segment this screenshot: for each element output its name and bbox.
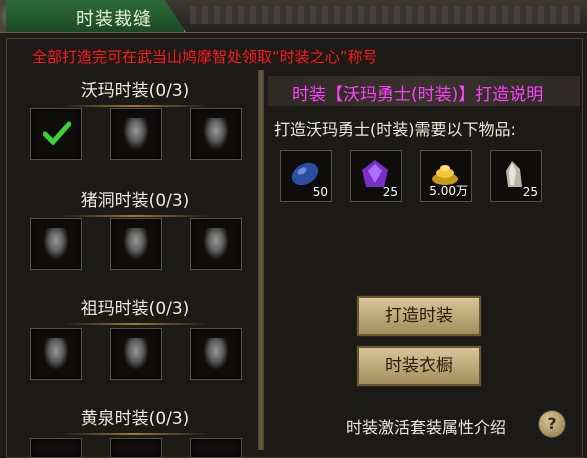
material-count: 5.00万 <box>429 184 468 198</box>
fashion-slot[interactable] <box>110 218 162 270</box>
fashion-slot[interactable] <box>110 328 162 380</box>
character-icon <box>123 228 149 260</box>
fashion-slot[interactable] <box>110 438 162 458</box>
requirement-text: 打造沃玛勇士(时装)需要以下物品: <box>274 120 516 139</box>
character-icon <box>203 338 229 370</box>
detail-title-bar: 时装【沃玛勇士(时装)】打造说明 <box>268 76 580 106</box>
set-attribute-intro-label: 时装激活套装属性介绍 <box>346 418 507 437</box>
fashion-slot[interactable] <box>30 438 82 458</box>
fashion-slot[interactable] <box>110 108 162 160</box>
fashion-slot[interactable] <box>190 328 242 380</box>
notice-text: 全部打造完可在武当山鸠摩智处领取“时装之心”称号 <box>32 48 378 66</box>
fashion-slot[interactable] <box>30 108 82 160</box>
wardrobe-button-label: 时装衣橱 <box>385 356 453 376</box>
craft-fashion-button[interactable]: 打造时装 <box>357 296 481 336</box>
character-icon <box>43 228 69 260</box>
character-icon <box>43 338 69 370</box>
checkmark-icon <box>43 121 71 145</box>
character-icon <box>123 338 149 370</box>
wardrobe-button[interactable]: 时装衣橱 <box>357 346 481 386</box>
crafting-window: 时装裁缝 全部打造完可在武当山鸠摩智处领取“时装之心”称号 沃玛时装(0/3) … <box>0 0 587 458</box>
material-slot[interactable]: 5.00万 <box>420 150 472 202</box>
character-icon <box>123 118 149 150</box>
tab-fashion-tailor[interactable]: 时装裁缝 <box>6 0 186 32</box>
question-icon: ? <box>547 414 557 433</box>
detail-title: 时装【沃玛勇士(时装)】打造说明 <box>292 85 544 105</box>
group-title-woma: 沃玛时装(0/3) <box>20 76 250 107</box>
fashion-slot[interactable] <box>190 438 242 458</box>
craft-button-label: 打造时装 <box>385 306 453 326</box>
character-icon <box>203 228 229 260</box>
group-title-zuma: 祖玛时装(0/3) <box>20 294 250 325</box>
material-count: 25 <box>522 185 538 199</box>
character-icon <box>203 118 229 150</box>
help-button[interactable]: ? <box>538 410 566 438</box>
tab-label: 时装裁缝 <box>76 9 152 30</box>
panel-divider <box>258 70 264 450</box>
group-title-zhudong: 猪洞时装(0/3) <box>20 186 250 217</box>
material-slot[interactable]: 25 <box>490 150 542 202</box>
fashion-slot[interactable] <box>190 108 242 160</box>
fashion-slot[interactable] <box>190 218 242 270</box>
material-slot[interactable]: 50 <box>280 150 332 202</box>
material-count: 25 <box>382 185 398 199</box>
group-title-huangquan: 黄泉时装(0/3) <box>20 404 250 435</box>
fashion-slot[interactable] <box>30 328 82 380</box>
material-count: 50 <box>312 185 328 199</box>
craft-detail-panel: 时装【沃玛勇士(时装)】打造说明 打造沃玛勇士(时装)需要以下物品: 50 25… <box>268 70 580 450</box>
fashion-slot[interactable] <box>30 218 82 270</box>
fashion-list-panel: 沃玛时装(0/3) 猪洞时装(0/3) 祖玛时装(0/3) 黄泉时装(0/3) <box>20 70 250 458</box>
decorative-border <box>190 6 580 24</box>
material-slot[interactable]: 25 <box>350 150 402 202</box>
